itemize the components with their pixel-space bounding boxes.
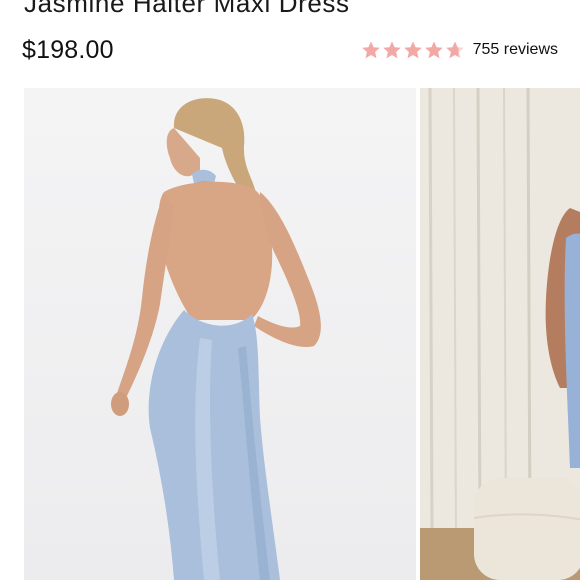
star-icon xyxy=(382,41,401,59)
star-icon xyxy=(424,41,443,59)
main-product-photo[interactable] xyxy=(24,88,416,580)
product-gallery[interactable] xyxy=(0,88,580,580)
star-rating xyxy=(360,40,465,60)
star-icon xyxy=(403,41,422,59)
product-title: Jasmine Halter Maxi Dress xyxy=(24,0,350,18)
rating-summary[interactable]: 755 reviews xyxy=(360,38,558,62)
reviews-link[interactable]: 755 reviews xyxy=(473,41,558,59)
product-price: $198.00 xyxy=(22,36,114,64)
star-icon xyxy=(361,41,380,59)
secondary-product-photo[interactable] xyxy=(420,88,580,580)
star-icon xyxy=(445,41,464,59)
